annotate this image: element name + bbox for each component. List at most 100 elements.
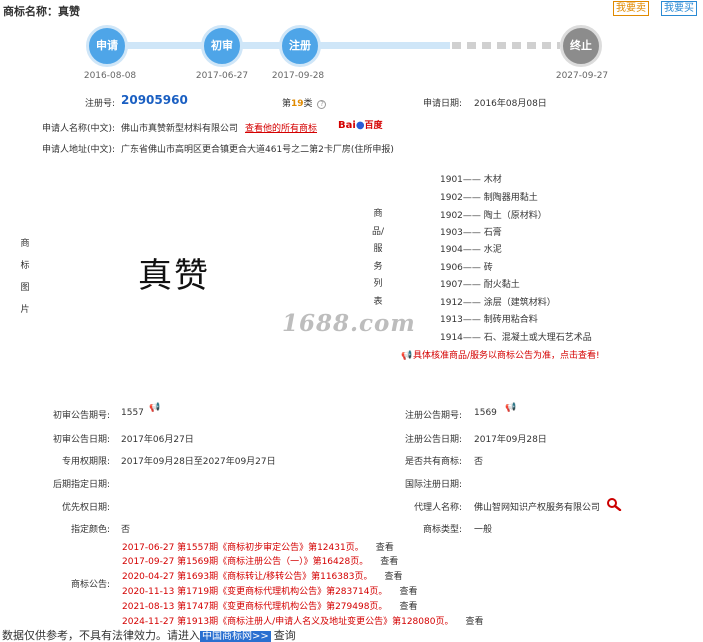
- view-all-trademarks-link[interactable]: 查看他的所有商标: [245, 121, 317, 134]
- announcement-row: 2020-04-27 第1693期《商标转让/移转公告》第116383页。 查看: [122, 569, 402, 582]
- announcement-text: 2021-08-13 第1747期《变更商标代理机构公告》第279498页。: [122, 602, 388, 612]
- sell-button[interactable]: 我要卖: [613, 1, 649, 16]
- goods-code: 1907: [440, 280, 463, 290]
- class-value: 第19类 ?: [282, 96, 327, 109]
- apply-date-label: 申请日期:: [422, 99, 462, 109]
- goods-item: 1903—— 石膏: [440, 228, 502, 238]
- goods-code: 1904: [440, 245, 463, 255]
- announcement-view-link[interactable]: 查看: [376, 543, 394, 553]
- announcement-text: 2020-11-13 第1719期《变更商标代理机构公告》第283714页。: [122, 587, 388, 597]
- reg-notice-no-value: 1569: [474, 408, 497, 418]
- class-suffix: 类: [303, 99, 313, 109]
- progress-date-apply: 2016-08-08: [83, 71, 137, 81]
- reg-no-value: 20905960: [121, 93, 188, 107]
- goods-code: 1901: [440, 175, 463, 185]
- goods-name: 耐火黏土: [483, 280, 520, 290]
- watermark: 1688.com: [282, 310, 416, 337]
- exclusive-value: 2017年09月28日至2027年09月27日: [121, 457, 276, 467]
- goods-code: 1906: [440, 263, 463, 273]
- baidu-search-link[interactable]: Bai●百度: [338, 118, 383, 131]
- prelim-date-label: 初审公告日期:: [52, 435, 110, 445]
- goods-name: 涂层（建筑材料）: [483, 298, 556, 308]
- applicant-value: 佛山市真赞新型材料有限公司: [121, 124, 239, 134]
- progress-node-terminated: 终止: [560, 25, 602, 67]
- goods-code: 1914: [440, 333, 463, 343]
- goods-code: 1913: [440, 315, 463, 325]
- progress-node-registered: 注册: [279, 25, 321, 67]
- shared-label: 是否共有商标:: [404, 457, 462, 467]
- goods-notice-link[interactable]: 📢具体核准商品/服务以商标公告为准，点击查看!: [401, 348, 600, 361]
- class-prefix: 第: [282, 99, 292, 109]
- progress-node-prelim: 初审: [201, 25, 243, 67]
- announcement-row: 2021-08-13 第1747期《变更商标代理机构公告》第279498页。 查看: [122, 599, 417, 612]
- reg-notice-date-label: 注册公告日期:: [404, 435, 462, 445]
- goods-item: 1913—— 制砖用粘合料: [440, 315, 538, 325]
- announcement-text: 2017-06-27 第1557期《商标初步审定公告》第12431页。: [122, 543, 364, 553]
- goods-item: 1914—— 石、混凝土或大理石艺术品: [440, 333, 592, 343]
- footer-note: 数据仅供参考，不具有法律效力。请进入 中国商标网>> 查询: [2, 627, 296, 642]
- reg-notice-no-label: 注册公告期号:: [404, 411, 462, 421]
- prelim-no-label: 初审公告期号:: [52, 411, 110, 421]
- goods-item: 1902—— 陶土（原材料）: [440, 211, 547, 221]
- applicant-label: 申请人名称(中文):: [41, 124, 115, 134]
- prelim-date-value: 2017年06月27日: [121, 435, 194, 445]
- announcement-row: 2024-11-27 第1913期《商标注册人/申请人名义及地址变更公告》第12…: [122, 614, 483, 627]
- color-label: 指定颜色:: [70, 525, 110, 535]
- prelim-no-value: 1557: [121, 408, 144, 418]
- goods-code: 1902: [440, 193, 463, 203]
- reg-no-label: 注册号:: [84, 99, 115, 109]
- announcement-view-link[interactable]: 查看: [465, 617, 483, 627]
- announcement-view-link[interactable]: 查看: [399, 602, 417, 612]
- announcement-text: 2017-09-27 第1569期《商标注册公告（一）》第16428页。: [122, 557, 369, 567]
- goods-item: 1912—— 涂层（建筑材料）: [440, 298, 556, 308]
- goods-name: 水泥: [483, 245, 502, 255]
- agent-label: 代理人名称:: [413, 503, 462, 513]
- type-label: 商标类型:: [422, 525, 462, 535]
- announcement-row: 2017-09-27 第1569期《商标注册公告（一）》第16428页。 查看: [122, 554, 398, 567]
- ctmo-link[interactable]: 中国商标网>>: [200, 631, 271, 642]
- trademark-image: 真赞: [138, 256, 210, 296]
- goods-code: 1903: [440, 228, 463, 238]
- type-value: 一般: [474, 525, 493, 535]
- progress-date-registered: 2017-09-28: [271, 71, 325, 81]
- announcement-view-link[interactable]: 查看: [399, 587, 417, 597]
- goods-item: 1906—— 砖: [440, 263, 493, 273]
- apply-date-value: 2016年08月08日: [474, 99, 547, 109]
- goods-code: 1912: [440, 298, 463, 308]
- agent-value: 佛山智网知识产权服务有限公司: [474, 503, 601, 513]
- buy-button[interactable]: 我要买: [661, 1, 697, 16]
- prelim-megaphone-icon[interactable]: 📢: [149, 403, 161, 413]
- announcements-label: 商标公告:: [70, 580, 110, 590]
- announcement-row: 2020-11-13 第1719期《变更商标代理机构公告》第283714页。 查看: [122, 584, 417, 597]
- priority-label: 优先权日期:: [61, 503, 110, 513]
- announcement-view-link[interactable]: 查看: [380, 557, 398, 567]
- intl-date-label: 国际注册日期:: [404, 480, 462, 490]
- color-value: 否: [121, 525, 131, 535]
- goods-item: 1902—— 制陶器用黏土: [440, 193, 538, 203]
- exclusive-label: 专用权期限:: [61, 457, 110, 467]
- goods-name: 制砖用粘合料: [483, 315, 538, 325]
- reg-megaphone-icon[interactable]: 📢: [505, 403, 517, 413]
- image-section-label: 商标图片: [20, 239, 30, 315]
- megaphone-icon: 📢: [401, 351, 413, 361]
- footer-prefix: 数据仅供参考，不具有法律效力。请进入: [2, 629, 200, 642]
- progress-date-prelim: 2017-06-27: [195, 71, 249, 81]
- goods-name: 石膏: [483, 228, 502, 238]
- search-icon[interactable]: [606, 497, 622, 512]
- progress-node-apply: 申请: [86, 25, 128, 67]
- goods-name: 陶土（原材料）: [483, 211, 547, 221]
- announcement-view-link[interactable]: 查看: [384, 572, 402, 582]
- announcement-text: 2024-11-27 第1913期《商标注册人/申请人名义及地址变更公告》第12…: [122, 617, 454, 627]
- progress-dashes: [452, 42, 560, 49]
- goods-item: 1904—— 水泥: [440, 245, 502, 255]
- goods-name: 石、混凝土或大理石艺术品: [483, 333, 592, 343]
- address-value: 广东省佛山市高明区更合镇更合大道461号之二第2卡厂房(住所申报): [121, 145, 394, 155]
- help-icon[interactable]: ?: [317, 100, 327, 109]
- goods-item: 1907—— 耐火黏土: [440, 280, 520, 290]
- baidu-paw-icon: ●: [355, 120, 365, 131]
- page-title: 商标名称：真赞: [3, 5, 80, 18]
- goods-notice-text: 具体核准商品/服务以商标公告为准，点击查看!: [413, 351, 600, 361]
- address-label: 申请人地址(中文):: [41, 145, 115, 155]
- goods-name: 砖: [483, 263, 493, 273]
- announcement-text: 2020-04-27 第1693期《商标转让/移转公告》第116383页。: [122, 572, 373, 582]
